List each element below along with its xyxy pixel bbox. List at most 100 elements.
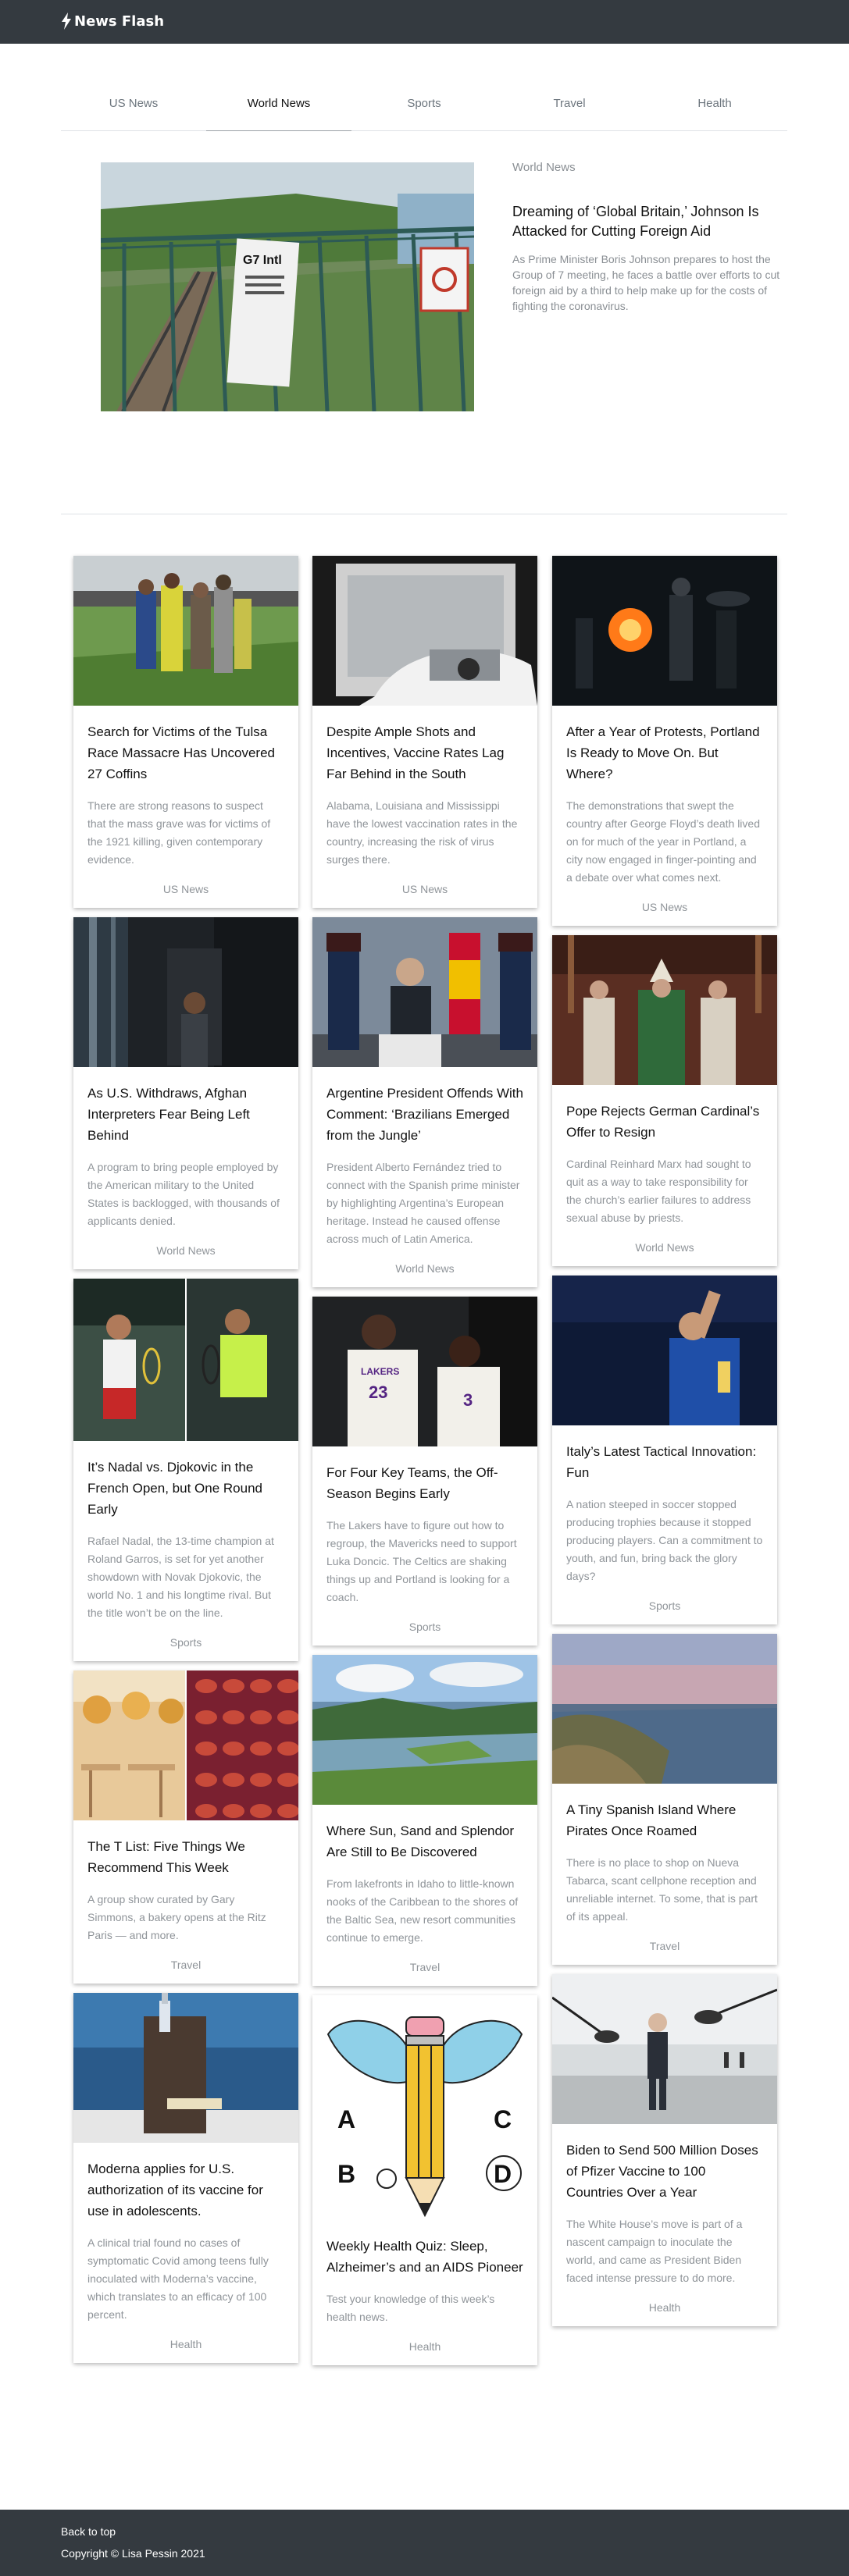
article-title[interactable]: As U.S. Withdraws, Afghan Interpreters F… — [87, 1083, 284, 1146]
article-description: Rafael Nadal, the 13-time champion at Ro… — [87, 1535, 274, 1619]
article-title[interactable]: Italy’s Latest Tactical Innovation: Fun — [566, 1441, 763, 1483]
article-description: Alabama, Louisiana and Mississippi have … — [326, 799, 518, 866]
article-card[interactable]: The T List: Five Things We Recommend Thi… — [73, 1670, 298, 1984]
jersey-team-text: LAKERS — [361, 1366, 399, 1377]
hero-title[interactable]: Dreaming of ‘Global Britain,’ Johnson Is… — [512, 202, 787, 241]
article-description: Cardinal Reinhard Marx had sought to qui… — [566, 1158, 751, 1224]
navbar: News Flash — [0, 0, 849, 44]
card-column-1: Search for Victims of the Tulsa Race Mas… — [73, 556, 298, 2372]
quiz-letter-a: A — [337, 2105, 355, 2133]
article-card[interactable]: After a Year of Protests, Portland Is Re… — [552, 556, 777, 926]
article-category: Travel — [649, 1940, 680, 1952]
article-category: US News — [162, 883, 209, 895]
article-title[interactable]: Pope Rejects German Cardinal’s Offer to … — [566, 1101, 763, 1143]
article-image — [552, 1974, 777, 2124]
article-title[interactable]: Weekly Health Quiz: Sleep, Alzheimer’s a… — [326, 2236, 523, 2278]
article-description: The White House’s move is part of a nasc… — [566, 2218, 743, 2284]
lightning-bolt-icon — [62, 12, 71, 30]
quiz-letter-b: B — [337, 2160, 355, 2188]
article-description: From lakefronts in Idaho to little-known… — [326, 1877, 519, 1944]
article-image — [552, 935, 777, 1085]
tab-sports[interactable]: Sports — [351, 87, 497, 130]
article-card[interactable]: A Tiny Spanish Island Where Pirates Once… — [552, 1634, 777, 1965]
hero-image[interactable]: G7 Intl — [101, 162, 474, 411]
article-image: A B C D — [312, 1995, 537, 2220]
article-category: US News — [641, 901, 688, 913]
article-category: Health — [648, 2301, 681, 2314]
article-description: The Lakers have to figure out how to reg… — [326, 1519, 517, 1603]
article-description: A nation steeped in soccer stopped produ… — [566, 1498, 763, 1582]
article-category: US News — [401, 883, 448, 895]
article-description: Test your knowledge of this week’s healt… — [326, 2293, 495, 2323]
jersey-number-left: 23 — [369, 1382, 387, 1402]
article-card[interactable]: A B C D Weekly Health Quiz: Sleep, Alzhe… — [312, 1995, 537, 2365]
article-title[interactable]: After a Year of Protests, Portland Is Re… — [566, 721, 763, 785]
article-category: Sports — [648, 1599, 681, 1612]
article-card[interactable]: It’s Nadal vs. Djokovic in the French Op… — [73, 1279, 298, 1661]
article-category: Travel — [170, 1959, 202, 1971]
article-description: President Alberto Fernández tried to con… — [326, 1161, 520, 1245]
article-card[interactable]: LAKERS 23 3 For Four Key Teams, the Off-… — [312, 1297, 537, 1646]
article-category: Health — [408, 2340, 441, 2353]
article-title[interactable]: Argentine President Offends With Comment… — [326, 1083, 523, 1146]
article-title[interactable]: Where Sun, Sand and Splendor Are Still t… — [326, 1820, 523, 1863]
article-card[interactable]: Pope Rejects German Cardinal’s Offer to … — [552, 935, 777, 1266]
article-image — [312, 1655, 537, 1805]
article-title[interactable]: A Tiny Spanish Island Where Pirates Once… — [566, 1799, 763, 1841]
hero-text: World News Dreaming of ‘Global Britain,’… — [512, 161, 787, 314]
article-image — [73, 1279, 298, 1441]
article-description: A group show curated by Gary Simmons, a … — [87, 1893, 266, 1941]
article-title[interactable]: It’s Nadal vs. Djokovic in the French Op… — [87, 1457, 284, 1520]
card-column-3: After a Year of Protests, Portland Is Re… — [552, 556, 777, 2336]
tab-world-news[interactable]: World News — [206, 87, 351, 131]
article-image — [73, 917, 298, 1067]
quiz-letter-d: D — [494, 2160, 512, 2188]
article-title[interactable]: Search for Victims of the Tulsa Race Mas… — [87, 721, 284, 785]
article-title[interactable]: Biden to Send 500 Million Doses of Pfize… — [566, 2140, 763, 2203]
article-card[interactable]: Argentine President Offends With Comment… — [312, 917, 537, 1287]
article-category: World News — [395, 1262, 455, 1275]
article-description: A program to bring people employed by th… — [87, 1161, 280, 1227]
tab-travel[interactable]: Travel — [497, 87, 642, 130]
article-category: Sports — [408, 1621, 441, 1633]
hero-sign-text: G7 Intl — [243, 254, 282, 267]
article-image — [73, 1993, 298, 2143]
article-category: Travel — [409, 1961, 441, 1973]
article-description: A clinical trial found no cases of sympt… — [87, 2236, 269, 2321]
hero-category: World News — [512, 161, 576, 174]
article-card[interactable]: Despite Ample Shots and Incentives, Vacc… — [312, 556, 537, 908]
tab-health[interactable]: Health — [642, 87, 787, 130]
copyright-text: Copyright © Lisa Pessin 2021 — [61, 2547, 205, 2560]
article-card[interactable]: Search for Victims of the Tulsa Race Mas… — [73, 556, 298, 908]
article-card[interactable]: Moderna applies for U.S. authorization o… — [73, 1993, 298, 2363]
article-card[interactable]: As U.S. Withdraws, Afghan Interpreters F… — [73, 917, 298, 1269]
article-title[interactable]: The T List: Five Things We Recommend Thi… — [87, 1836, 284, 1878]
brand-name: News Flash — [74, 12, 165, 30]
article-title[interactable]: For Four Key Teams, the Off-Season Begin… — [326, 1462, 523, 1504]
article-image — [552, 1634, 777, 1784]
article-description: The demonstrations that swept the countr… — [566, 799, 760, 884]
article-image — [73, 556, 298, 706]
back-to-top-link[interactable]: Back to top — [61, 2525, 116, 2538]
category-tabs: US News World News Sports Travel Health — [61, 87, 787, 131]
article-description: There are strong reasons to suspect that… — [87, 799, 271, 866]
hero-description: As Prime Minister Boris Johnson prepares… — [512, 253, 780, 312]
article-title[interactable]: Despite Ample Shots and Incentives, Vacc… — [326, 721, 523, 785]
article-category: Health — [169, 2338, 202, 2350]
article-image: LAKERS 23 3 — [312, 1297, 537, 1446]
footer: Back to top Copyright © Lisa Pessin 2021 — [0, 2510, 849, 2576]
article-title[interactable]: Moderna applies for U.S. authorization o… — [87, 2158, 284, 2222]
jersey-number-right: 3 — [463, 1390, 473, 1410]
article-category: World News — [635, 1241, 694, 1254]
article-card[interactable]: Where Sun, Sand and Splendor Are Still t… — [312, 1655, 537, 1986]
card-column-2: Despite Ample Shots and Incentives, Vacc… — [312, 556, 537, 2375]
article-card[interactable]: Biden to Send 500 Million Doses of Pfize… — [552, 1974, 777, 2326]
article-card[interactable]: Italy’s Latest Tactical Innovation: Fun … — [552, 1276, 777, 1624]
article-image — [552, 556, 777, 706]
article-category: World News — [156, 1244, 216, 1257]
article-description: There is no place to shop on Nueva Tabar… — [566, 1856, 758, 1923]
tab-us-news[interactable]: US News — [61, 87, 206, 130]
article-category: Sports — [169, 1636, 202, 1649]
article-image — [552, 1276, 777, 1425]
brand-link[interactable]: News Flash — [61, 12, 164, 30]
